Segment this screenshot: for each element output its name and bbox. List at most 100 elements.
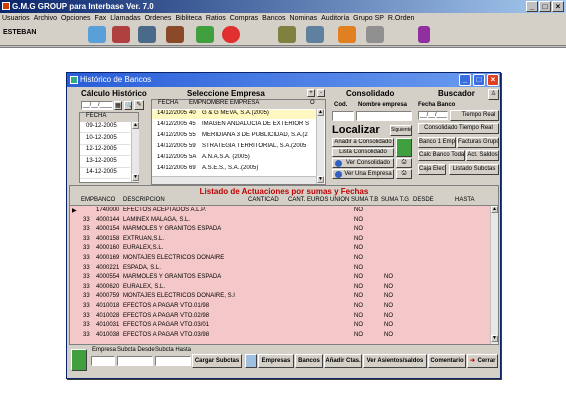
calc-date-input[interactable]: __/__/____ — [81, 101, 113, 110]
tab-bancos[interactable]: Bancos — [295, 354, 323, 368]
fecha-list-item[interactable]: 14-12-2005 — [80, 169, 130, 179]
empresa-add-button[interactable]: + — [307, 89, 315, 97]
menu-10[interactable]: Nominas — [288, 15, 320, 22]
folder-icon[interactable] — [88, 26, 106, 43]
menu-6[interactable]: Bibliteca — [173, 15, 203, 22]
empresa-hscrollbar[interactable] — [152, 176, 316, 184]
refresh-icon[interactable] — [71, 349, 87, 371]
consolidado-tiempo-real-button[interactable]: Consolidado Tiempo Real — [418, 123, 499, 134]
fecha-list-item[interactable]: 13-12-2005 — [80, 158, 130, 168]
ver-consolidado-button[interactable]: Ver Consolidado — [332, 158, 394, 168]
subcta-desde-input[interactable] — [117, 356, 153, 366]
grid-row[interactable]: 33 4000144 LAMINEX MALAGA, S.L. NO — [70, 217, 488, 226]
calendar-icon[interactable] — [278, 26, 296, 43]
window-close-button[interactable]: × — [487, 74, 499, 86]
fecha-list-item[interactable]: 09-12-2005 — [80, 123, 130, 133]
chart-icon[interactable] — [138, 26, 156, 43]
facturas-grupo-button[interactable]: Facturas Grupo — [457, 137, 499, 148]
anadir-consolidado-button[interactable]: Añadir a Consolidado — [332, 138, 394, 147]
fecha-scrollbar[interactable]: ▲ ▼ — [131, 122, 139, 182]
empresa-row[interactable]: 14/12/2005 45 IMAGEN ANDALUCIA DE EXTERIOR… — [152, 121, 316, 130]
fecha-banco-label: Fecha Banco — [418, 102, 456, 108]
menu-5[interactable]: Ordenes — [143, 15, 174, 22]
pen-icon[interactable]: ✎ — [134, 100, 144, 110]
empresa-input[interactable] — [91, 356, 115, 366]
calendar-picker-button[interactable]: ▦ — [114, 101, 122, 110]
menu-11[interactable]: Auditoría — [319, 15, 351, 22]
empresa-row[interactable]: 14/12/2005 40 G & G MEVA, S.A.(2005) — [152, 110, 316, 119]
grid-row[interactable]: 33 4000221 ESPADA, S.L. NO — [70, 265, 488, 274]
grid-row[interactable]: 33 4000620 EURALEX, S.L. NO NO — [70, 284, 488, 293]
app-titlebar: G.M.G GROUP para Interbase Ver. 7.0 _ □ … — [0, 0, 566, 13]
grid-row[interactable]: 33 4010028 EFECTOS A PAGAR VTO.02/98 NO NO — [70, 313, 488, 322]
menu-2[interactable]: Opciones — [59, 15, 93, 22]
listado-subctas-button[interactable]: Listado Subctas — [449, 164, 499, 175]
menu-7[interactable]: Ratios — [204, 15, 228, 22]
cerrar-button[interactable]: ➔ Cerrar — [467, 354, 498, 368]
gear-icon[interactable] — [366, 26, 384, 43]
menu-12[interactable]: Grupo SP — [351, 15, 386, 22]
menu-1[interactable]: Archivo — [32, 15, 59, 22]
window-maximize-button[interactable]: □ — [473, 74, 485, 86]
nombre-empresa-input[interactable] — [356, 111, 412, 121]
grid-row[interactable]: 33 4010018 EFECTOS A PAGAR VTO.01/98 NO NO — [70, 303, 488, 312]
caja-elect-button[interactable]: Caja Elect. — [418, 164, 446, 175]
cod-input[interactable] — [332, 111, 354, 121]
menu-4[interactable]: Llamadas — [108, 15, 142, 22]
grid-row[interactable]: 33 4000158 EXTRUAN,S.L. NO — [70, 236, 488, 245]
act-saldos-button[interactable]: Act. Saldos — [466, 150, 499, 161]
person-icon[interactable] — [418, 26, 430, 43]
fecha-list-item[interactable]: 12-12-2005 — [80, 146, 130, 156]
window-minimize-button[interactable]: _ — [459, 74, 471, 86]
ver-una-empresa-button[interactable]: Ver Una Empresa — [332, 169, 394, 179]
empresa-row[interactable]: 14/12/2005 59 STRATEGIA TERRITORIAL, S.A.(… — [152, 143, 316, 152]
empresa-row[interactable]: 14/12/2005 5A A.N.A.S.A. (2005) — [152, 154, 316, 163]
group-icon[interactable] — [245, 354, 257, 368]
tab-empresas[interactable]: Empresas — [258, 354, 294, 368]
grid-row[interactable]: 33 4000169 MONTAJES ELECTRICOS DONAIRE NO — [70, 255, 488, 264]
person-icon[interactable]: ♙ — [488, 89, 499, 100]
shapes-icon[interactable] — [338, 26, 356, 43]
subcta-hasta-input[interactable] — [155, 356, 191, 366]
print-consolidado-icon[interactable]: ⎙ — [396, 158, 412, 168]
book-icon[interactable] — [166, 26, 184, 43]
calc-banco-todas-button[interactable]: Calc Banco Todas — [418, 150, 465, 161]
siguiente-button[interactable]: Siguiente — [390, 125, 412, 136]
menu-13[interactable]: R.Orden — [386, 15, 416, 22]
search-icon[interactable]: 🔍 — [124, 101, 132, 110]
menu-0[interactable]: Usuarios — [0, 15, 32, 22]
fecha-banco-input[interactable]: __/__/____ — [418, 111, 448, 120]
settings-icon[interactable] — [306, 26, 324, 43]
print-empresa-icon[interactable]: ⎙ — [396, 169, 412, 179]
empresa-remove-button[interactable]: - — [317, 89, 325, 97]
menu-9[interactable]: Bancos — [260, 15, 287, 22]
empresa-scrollbar[interactable]: ▲ ▼ — [316, 109, 324, 184]
tab-anadir-ctas[interactable]: Añadir Ctas. — [324, 354, 362, 368]
consolidado-action-icon[interactable] — [396, 138, 412, 157]
lista-consolidado-button[interactable]: Lista Consolidado — [332, 148, 394, 157]
tiempo-real-button[interactable]: Tiempo Real — [450, 110, 499, 121]
grid-row[interactable]: ▶ 1740000 EFECTOS ACEPTADOS A.L.P. NO — [70, 207, 488, 216]
grid-row[interactable]: 33 4000154 MARMOLES Y GRANITOS ESPADA NO — [70, 226, 488, 235]
menu-8[interactable]: Compras — [228, 15, 260, 22]
banco-1-emp-button[interactable]: Banco 1 Emp. — [418, 137, 456, 148]
empresa-row[interactable]: 14/12/2005 55 MERIDIANA 3 DE PUBLICIDAD, S… — [152, 132, 316, 141]
c-logo-icon[interactable] — [222, 26, 240, 43]
minimize-button[interactable]: _ — [526, 1, 538, 12]
grid-row[interactable]: 33 4000759 MONTAJES ELECTRICOS DONAIRE, S.… — [70, 293, 488, 302]
menu-3[interactable]: Fax — [93, 15, 109, 22]
tools-icon[interactable] — [112, 26, 130, 43]
close-button[interactable]: × — [552, 1, 564, 12]
grid-scrollbar[interactable]: ▲ ▼ — [490, 206, 498, 344]
grid-row[interactable]: 33 4000554 MARMOLES Y GRANITOS ESPADA NO NO — [70, 274, 488, 283]
cargar-subctas-button[interactable]: Cargar Subctas — [192, 354, 242, 368]
house-icon[interactable] — [196, 26, 214, 43]
grid-row[interactable]: 33 4010038 EFECTOS A PAGAR VTO.03/98 NO NO — [70, 332, 488, 341]
grid-row[interactable]: 33 4000160 EURALEX,S.L. NO — [70, 245, 488, 254]
tab-ver-asientos-saldos[interactable]: Ver Asientos/saldos — [363, 354, 427, 368]
empresa-row[interactable]: 14/12/2005 69 A.S.E.S., S.A..(2005) — [152, 165, 316, 174]
tab-comentario[interactable]: Comentario — [428, 354, 466, 368]
maximize-button[interactable]: □ — [539, 1, 551, 12]
fecha-list-item[interactable]: 10-12-2005 — [80, 135, 130, 145]
grid-row[interactable]: 33 4010031 EFECTOS A PAGAR VTO.03/01 NO NO — [70, 322, 488, 331]
